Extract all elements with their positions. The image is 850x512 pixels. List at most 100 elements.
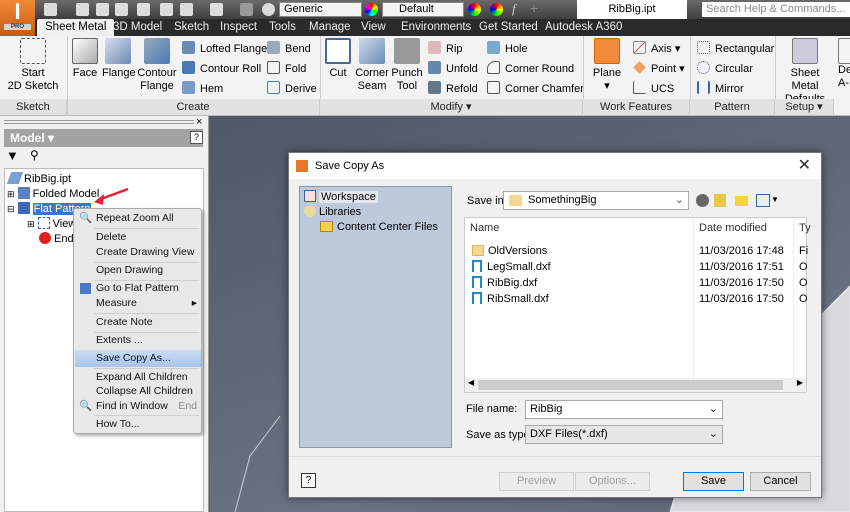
file-row[interactable]: LegSmall.dxf 11/03/2016 17:51 O	[465, 259, 808, 275]
contour-roll-button[interactable]: Contour Roll	[182, 61, 261, 76]
menu-item-create-note[interactable]: Create Note	[75, 314, 201, 331]
horizontal-scrollbar[interactable]: ◀ ▶	[465, 378, 806, 392]
help-icon[interactable]: ?	[301, 473, 316, 488]
help-icon[interactable]: ?	[190, 131, 203, 144]
menu-item-find-in-window[interactable]: 🔍 Find in Window End	[75, 398, 201, 415]
cancel-button[interactable]: Cancel	[750, 472, 811, 491]
fold-button[interactable]: Fold	[267, 61, 306, 76]
back-icon[interactable]	[696, 194, 709, 207]
adjust-icon[interactable]	[468, 3, 481, 16]
file-row[interactable]: OldVersions 11/03/2016 17:48 Fi	[465, 243, 808, 259]
measure-icon[interactable]	[240, 3, 253, 16]
tab-sheet-metal[interactable]: Sheet Metal	[37, 19, 115, 36]
tab-environments[interactable]: Environments	[401, 19, 471, 36]
tab-manage[interactable]: Manage	[309, 19, 351, 36]
fx-icon[interactable]: f	[512, 1, 516, 17]
place-workspace[interactable]: Workspace	[304, 189, 378, 205]
menu-item-create-drawing-view[interactable]: Create Drawing View	[75, 244, 201, 261]
close-icon[interactable]: ×	[196, 116, 202, 128]
save-icon[interactable]	[96, 3, 109, 16]
rectangular-pattern-button[interactable]: Rectangular	[697, 41, 774, 56]
tab-autodesk-a360[interactable]: Autodesk A360	[545, 19, 622, 36]
axis-button[interactable]: Axis ▾	[633, 41, 680, 56]
panel-grip[interactable]	[4, 120, 194, 124]
tab-inspect[interactable]: Inspect	[220, 19, 257, 36]
appearance-combo[interactable]: Default	[382, 2, 464, 17]
column-type[interactable]: Ty	[799, 222, 811, 234]
column-name[interactable]: Name	[470, 222, 499, 234]
application-menu-button[interactable]: I PRO	[0, 0, 35, 36]
find-icon[interactable]: ⚲	[30, 148, 39, 162]
mirror-button[interactable]: Mirror	[697, 81, 744, 96]
unfold-button[interactable]: Unfold	[428, 61, 478, 76]
open-icon[interactable]	[76, 3, 89, 16]
menu-item-save-copy-as[interactable]: Save Copy As...	[75, 350, 201, 367]
menu-item-measure[interactable]: Measure ▸	[75, 295, 201, 312]
corner-round-button[interactable]: Corner Round	[487, 61, 574, 76]
menu-item-how-to[interactable]: How To...	[75, 416, 201, 433]
undo-icon[interactable]	[115, 3, 128, 16]
punch-tool-button[interactable]: Punch Tool	[390, 38, 424, 93]
rip-button[interactable]: Rip	[428, 41, 463, 56]
face-button[interactable]: Face	[70, 38, 100, 80]
file-row[interactable]: RibSmall.dxf 11/03/2016 17:50 O	[465, 291, 808, 307]
save-as-type-dropdown[interactable]: DXF Files(*.dxf) ⌄	[525, 425, 723, 444]
new-folder-icon[interactable]	[735, 196, 748, 206]
preview-button[interactable]: Preview	[499, 472, 574, 491]
menu-item-repeat-zoom-all[interactable]: 🔍 Repeat Zoom All	[75, 210, 201, 227]
redo-icon[interactable]	[137, 3, 150, 16]
cut-button[interactable]: Cut	[324, 38, 352, 80]
tab-3d-model[interactable]: 3D Model	[113, 19, 162, 36]
menu-item-open-drawing[interactable]: Open Drawing	[75, 262, 201, 279]
refold-button[interactable]: Refold	[428, 81, 478, 96]
derive-button[interactable]: Derive	[267, 81, 317, 96]
options-button[interactable]: Options...	[575, 472, 650, 491]
tree-node-root[interactable]: RibBig.ipt	[6, 172, 71, 186]
hole-button[interactable]: Hole	[487, 41, 528, 56]
tab-view[interactable]: View	[361, 19, 386, 36]
bend-button[interactable]: Bend	[267, 41, 311, 56]
expand-icon[interactable]: ⊞	[27, 219, 35, 229]
tab-get-started[interactable]: Get Started	[479, 19, 538, 36]
save-in-dropdown[interactable]: SomethingBig ⌄	[503, 191, 689, 210]
place-libraries[interactable]: Libraries	[304, 204, 361, 220]
scrollbar-thumb[interactable]	[478, 380, 783, 390]
tree-node-folded-model[interactable]: ⊞ Folded Model	[7, 187, 99, 201]
flange-button[interactable]: Flange	[102, 38, 136, 80]
save-button[interactable]: Save	[683, 472, 744, 491]
corner-chamfer-button[interactable]: Corner Chamfer	[487, 81, 584, 96]
filter-icon[interactable]: ▼	[6, 148, 19, 163]
select-icon[interactable]	[210, 3, 223, 16]
chevron-down-icon[interactable]: ▼	[771, 195, 779, 204]
clear-appearance-icon[interactable]	[490, 3, 503, 16]
partial-button[interactable]: De A-	[838, 38, 850, 90]
plus-icon[interactable]: +	[530, 0, 538, 16]
column-date-modified[interactable]: Date modified	[699, 222, 767, 234]
point-button[interactable]: Point ▾	[633, 61, 685, 76]
scroll-right-icon[interactable]: ▶	[797, 378, 803, 387]
sheet-metal-defaults-button[interactable]: Sheet MetalDefaults	[776, 38, 834, 106]
hem-button[interactable]: Hem	[182, 81, 223, 96]
file-name-input[interactable]: RibBig ⌄	[525, 400, 723, 419]
plane-button[interactable]: Plane ▾	[590, 38, 624, 93]
search-input[interactable]: Search Help & Commands...	[702, 2, 850, 17]
place-content-center-files[interactable]: Content Center Files	[320, 219, 438, 235]
tree-node-view[interactable]: ⊞ View	[27, 217, 76, 231]
file-row[interactable]: RibBig.dxf 11/03/2016 17:50 O	[465, 275, 808, 291]
view-menu-icon[interactable]	[756, 194, 770, 207]
lofted-flange-button[interactable]: Lofted Flange	[182, 41, 267, 56]
start-2d-sketch-button[interactable]: Start 2D Sketch	[4, 38, 62, 93]
color-wheel-icon[interactable]	[365, 3, 378, 16]
circular-pattern-button[interactable]: Circular	[697, 61, 753, 76]
tab-sketch[interactable]: Sketch	[174, 19, 209, 36]
material-combo[interactable]: Generic	[279, 2, 362, 17]
close-icon[interactable]: ✕	[798, 153, 811, 179]
expand-icon[interactable]: ⊞	[7, 189, 15, 199]
tab-tools[interactable]: Tools	[269, 19, 296, 36]
browser-title[interactable]: Model ▾	[4, 129, 203, 147]
appearance-icon[interactable]	[262, 3, 275, 16]
menu-item-extents[interactable]: Extents ...	[75, 332, 201, 349]
up-folder-icon[interactable]	[714, 194, 726, 207]
ucs-button[interactable]: UCS	[633, 81, 674, 96]
new-icon[interactable]	[44, 3, 57, 16]
